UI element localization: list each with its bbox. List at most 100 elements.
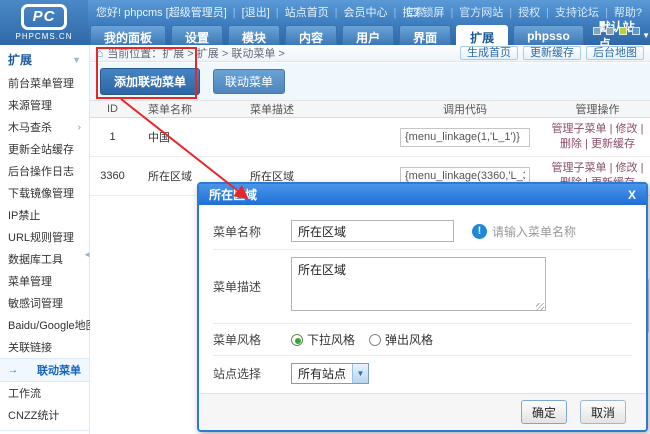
resize-handle[interactable] [536, 303, 544, 311]
edit-linkage-menu-dialog: 所在区域 X 菜单名称 ! 请输入菜单名称 菜单描述 所在区域 菜单风格 下拉风… [197, 182, 648, 432]
sidebar-item-front-menu[interactable]: 前台菜单管理 [0, 72, 89, 94]
tab-interface[interactable]: 界面 [399, 25, 451, 45]
site-select-value: 所有站点 [292, 365, 352, 382]
menu-name-hint: 请输入菜单名称 [492, 223, 576, 240]
tab-phpsso[interactable]: phpsso [513, 25, 584, 45]
site-select-label: 站点选择 [213, 365, 291, 382]
sidebar-item-sensitive-words[interactable]: 敏感词管理 [0, 292, 89, 314]
sidebar: 扩展▼ 前台菜单管理 来源管理 木马查杀› 更新全站缓存 后台操作日志 下载镜像… [0, 45, 90, 434]
menu-name-label: 菜单名称 [213, 223, 291, 240]
sidebar-title: 扩展▼ [0, 45, 89, 72]
cell-id: 1 [90, 118, 135, 157]
tab-content[interactable]: 内容 [285, 25, 337, 45]
dialog-body: 菜单名称 ! 请输入菜单名称 菜单描述 所在区域 菜单风格 下拉风格 弹出风格 [199, 205, 646, 391]
dialog-titlebar: 所在区域 X [199, 184, 646, 205]
cancel-button[interactable]: 取消 [580, 400, 626, 424]
close-icon[interactable]: X [628, 188, 636, 202]
menu-name-row: 菜单名称 ! 请输入菜单名称 [213, 213, 632, 250]
sidebar-item-mirror-manage[interactable]: 下载镜像管理 [0, 182, 89, 204]
official-site-link[interactable]: 官方网站 [444, 4, 503, 20]
call-code-input[interactable] [400, 128, 530, 147]
theme-swatch-1[interactable] [593, 27, 601, 35]
logo-text: PHPCMS.CN [15, 32, 72, 41]
menu-desc-textarea[interactable]: 所在区域 [291, 257, 546, 311]
tab-extensions[interactable]: 扩展 [456, 25, 508, 45]
member-center-link[interactable]: 会员中心 [329, 4, 388, 20]
col-header-code: 调用代码 [385, 101, 545, 118]
table-header-row: ID 菜单名称 菜单描述 调用代码 管理操作 [90, 101, 650, 118]
sidebar-item-db-tools[interactable]: 数据库工具 [0, 248, 89, 270]
tab-settings[interactable]: 设置 [171, 25, 223, 45]
sidebar-item-url-rules[interactable]: URL规则管理 [0, 226, 89, 248]
user-links: 您好! phpcms [超级管理员] [退出] 站点首页 会员中心 搜索 [96, 4, 424, 20]
chevron-down-icon: ▼ [352, 364, 368, 383]
sidebar-item-related-links[interactable]: 关联链接 [0, 336, 89, 358]
pc-logo-icon: PC [21, 4, 67, 30]
sidebar-item-trojan-scan[interactable]: 木马查杀› [0, 116, 89, 138]
dialog-title: 所在区域 [209, 186, 257, 203]
dropdown-style-radio[interactable] [291, 334, 303, 346]
cell-desc [225, 118, 385, 157]
add-linkage-menu-button[interactable]: 添加联动菜单 [100, 68, 200, 95]
chevron-right-icon: › [78, 122, 81, 133]
home-icon: ⌂ [96, 46, 103, 60]
sidebar-item-maps[interactable]: Baidu/Google地图 [0, 314, 89, 336]
sidebar-item-ip-ban[interactable]: IP禁止 [0, 204, 89, 226]
tab-users[interactable]: 用户 [342, 25, 394, 45]
linkage-menu-button[interactable]: 联动菜单 [213, 69, 285, 94]
collapse-chevron-icon[interactable]: ▼ [72, 55, 81, 65]
lock-screen-link[interactable]: 锁屏 [407, 4, 444, 20]
sidebar-item-menu-manage[interactable]: 菜单管理 [0, 270, 89, 292]
monitor-icon [407, 8, 418, 16]
dropdown-style-option[interactable]: 下拉风格 [307, 331, 355, 348]
theme-swatch-2[interactable] [606, 27, 614, 35]
support-forum-link[interactable]: 支持论坛 [540, 4, 599, 20]
site-home-link[interactable]: 站点首页 [270, 4, 329, 20]
tab-modules[interactable]: 模块 [228, 25, 280, 45]
popup-style-radio[interactable] [369, 334, 381, 346]
logo: PC PHPCMS.CN [0, 0, 88, 45]
main-nav-tabs: 我的面板 设置 模块 内容 用户 界面 扩展 phpsso 默认站点▼ [90, 24, 650, 45]
top-header: 您好! phpcms [超级管理员] [退出] 站点首页 会员中心 搜索 锁屏 … [0, 0, 650, 45]
popup-style-option[interactable]: 弹出风格 [385, 331, 433, 348]
breadcrumb-bar: ⌂ 当前位置：扩展 > 扩展 > 联动菜单 > 生成首页 更新缓存 后台地图 [90, 45, 650, 62]
sidebar-item-op-log[interactable]: 后台操作日志 [0, 160, 89, 182]
col-header-desc: 菜单描述 [225, 101, 385, 118]
sidebar-item-linkage-menu[interactable]: 联动菜单 [0, 358, 89, 382]
theme-swatch-3[interactable] [619, 27, 627, 35]
site-select-dropdown[interactable]: 所有站点 ▼ [291, 363, 369, 384]
col-header-name: 菜单名称 [135, 101, 225, 118]
update-cache-button[interactable]: 更新缓存 [523, 46, 581, 60]
menu-style-row: 菜单风格 下拉风格 弹出风格 [213, 324, 632, 356]
sidebar-item-cnzz[interactable]: CNZZ统计 [0, 404, 89, 426]
col-header-ops: 管理操作 [545, 101, 650, 118]
greeting-text: 您好! phpcms [超级管理员] [96, 4, 227, 20]
theme-swatch-4[interactable] [632, 27, 640, 35]
sidebar-item-source-manage[interactable]: 来源管理 [0, 94, 89, 116]
content-toolbar: 添加联动菜单 联动菜单 [90, 63, 650, 100]
menu-style-label: 菜单风格 [213, 331, 291, 348]
site-select-row: 站点选择 所有站点 ▼ [213, 356, 632, 391]
menu-name-input[interactable] [291, 220, 454, 242]
logout-link[interactable]: [退出] [227, 4, 270, 20]
row-action-links[interactable]: 管理子菜单 | 修改 | 删除 | 更新缓存 [552, 123, 644, 150]
license-link[interactable]: 授权 [503, 4, 540, 20]
phpcms-admin-window: 您好! phpcms [超级管理员] [退出] 站点首页 会员中心 搜索 锁屏 … [0, 0, 650, 434]
quick-buttons: 生成首页 更新缓存 后台地图 [460, 46, 644, 60]
menu-desc-row: 菜单描述 所在区域 [213, 250, 632, 324]
table-row: 1 中国 管理子菜单 | 修改 | 删除 | 更新缓存 [90, 118, 650, 157]
cell-name: 中国 [135, 118, 225, 157]
col-header-id: ID [90, 101, 135, 118]
sidebar-item-update-cache[interactable]: 更新全站缓存 [0, 138, 89, 160]
generate-home-button[interactable]: 生成首页 [460, 46, 518, 60]
sidebar-item-workflow[interactable]: 工作流 [0, 382, 89, 404]
cell-id: 3360 [90, 157, 135, 196]
ok-button[interactable]: 确定 [521, 400, 567, 424]
info-exclamation-icon: ! [472, 224, 487, 239]
admin-map-button[interactable]: 后台地图 [586, 46, 644, 60]
theme-switcher [593, 27, 640, 35]
breadcrumb: 当前位置：扩展 > 扩展 > 联动菜单 > [107, 45, 285, 61]
tab-my-panel[interactable]: 我的面板 [90, 25, 166, 45]
menu-desc-label: 菜单描述 [213, 278, 291, 295]
dialog-footer: 确定 取消 [199, 393, 646, 430]
